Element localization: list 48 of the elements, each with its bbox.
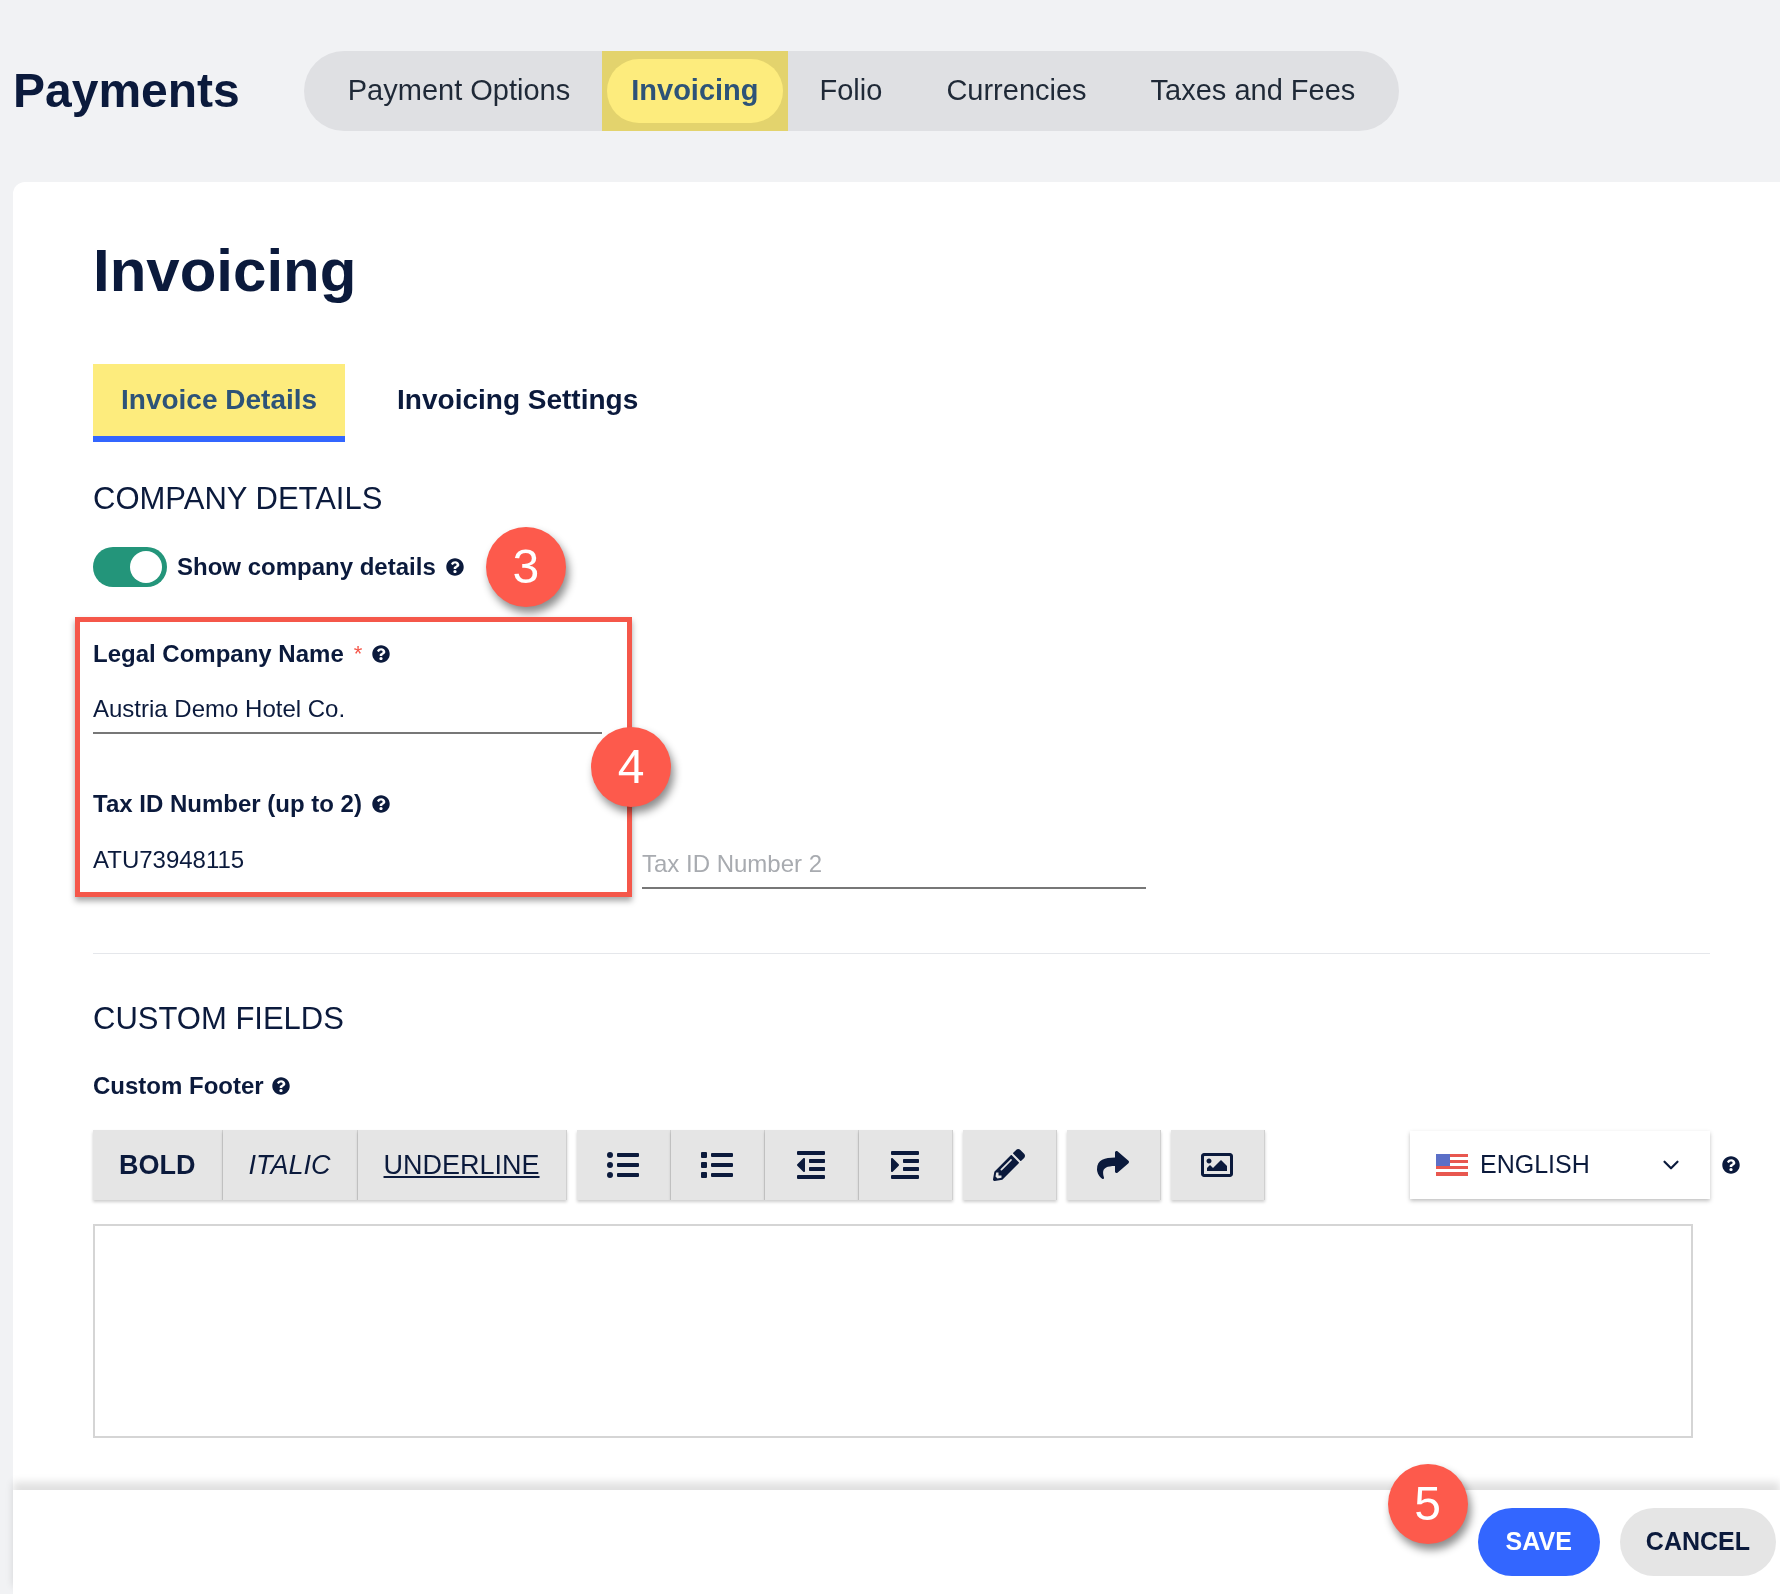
format-button[interactable]: BOLD: [93, 1130, 223, 1200]
cancel-button[interactable]: CANCEL: [1619, 1508, 1776, 1576]
help-icon[interactable]: [1722, 1156, 1740, 1174]
help-icon[interactable]: [371, 794, 390, 813]
toolbar-button[interactable]: [1170, 1130, 1265, 1200]
tab[interactable]: Folio: [787, 59, 915, 123]
step-number-badge: 3: [485, 526, 566, 607]
step-number-badge: 4: [591, 726, 671, 807]
toolbar-button[interactable]: [670, 1130, 765, 1200]
help-icon[interactable]: [271, 1077, 290, 1095]
input-field[interactable]: Tax ID Number 2: [642, 840, 1146, 889]
help-icon[interactable]: [445, 557, 464, 576]
help-icon[interactable]: [372, 644, 391, 663]
pencil-icon: [993, 1149, 1026, 1181]
section-title: CUSTOM FIELDS: [93, 999, 345, 1038]
step-number-badge: 5: [1387, 1464, 1468, 1544]
list-icon: [701, 1149, 734, 1181]
toolbar-button[interactable]: [764, 1130, 859, 1200]
flag-icon: [1436, 1154, 1468, 1176]
tab[interactable]: Invoice Details: [93, 364, 346, 442]
bulleted-list-icon: [607, 1149, 640, 1181]
save-button[interactable]: SAVE: [1477, 1508, 1600, 1576]
field-label: Custom Footer: [93, 1071, 264, 1101]
toolbar-button[interactable]: [576, 1130, 671, 1200]
indent-icon: [889, 1149, 922, 1181]
language-select[interactable]: ENGLISH: [1410, 1131, 1710, 1199]
tab[interactable]: Invoicing: [607, 59, 783, 123]
tab[interactable]: Invoicing Settings: [373, 364, 663, 436]
toggle-switch[interactable]: [93, 546, 167, 587]
tab[interactable]: Taxes and Fees: [1118, 59, 1388, 123]
tab[interactable]: Payment Options: [315, 59, 603, 123]
toolbar-button[interactable]: [858, 1130, 953, 1200]
section-title: COMPANY DETAILS: [93, 480, 384, 518]
format-button[interactable]: UNDERLINE: [357, 1130, 567, 1200]
input-field[interactable]: Austria Demo Hotel Co.: [93, 685, 602, 734]
section-heading: Invoicing: [93, 236, 358, 306]
tab[interactable]: Currencies: [914, 59, 1119, 123]
page-title: Payments: [13, 63, 240, 119]
toolbar-button[interactable]: [1066, 1130, 1161, 1200]
toggle-label: Show company details: [177, 551, 436, 582]
toolbar-button[interactable]: [962, 1130, 1057, 1200]
field-label: Tax ID Number (up to 2): [93, 788, 362, 819]
field-label: Legal Company Name: [93, 638, 344, 669]
outdent-icon: [795, 1149, 828, 1181]
redo-icon: [1097, 1149, 1130, 1181]
format-button[interactable]: ITALIC: [222, 1130, 358, 1200]
required-marker: *: [353, 640, 363, 668]
input-field[interactable]: ATU73948115: [93, 835, 602, 884]
